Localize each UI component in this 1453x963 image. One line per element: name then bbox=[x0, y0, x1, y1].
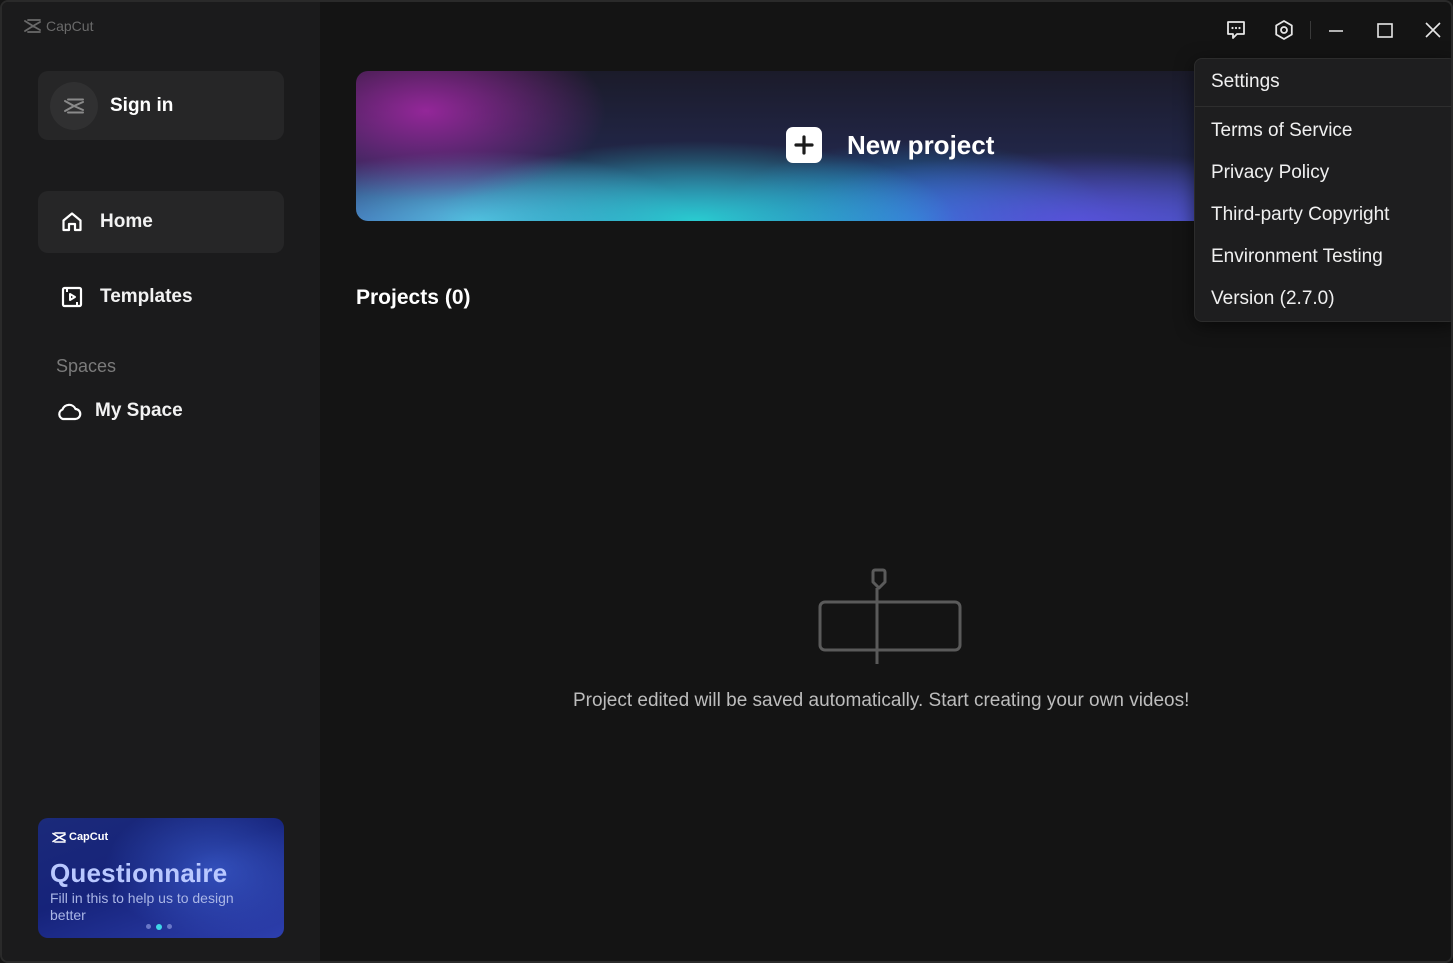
empty-timeline-icon bbox=[818, 568, 962, 664]
carousel-dot[interactable] bbox=[167, 924, 172, 929]
promo-subtitle: Fill in this to help us to design better bbox=[50, 890, 234, 923]
new-project-content: New project bbox=[786, 127, 994, 163]
projects-count: (0) bbox=[444, 286, 471, 309]
close-button[interactable] bbox=[1421, 18, 1445, 42]
minimize-button[interactable] bbox=[1324, 18, 1348, 42]
empty-state-message: Project edited will be saved automatical… bbox=[573, 690, 1190, 711]
menu-item-version[interactable]: Version (2.7.0) bbox=[1211, 288, 1335, 310]
menu-item-settings[interactable]: Settings bbox=[1211, 71, 1280, 93]
promo-logo-text: CapCut bbox=[69, 831, 109, 843]
capcut-logo-icon bbox=[64, 98, 84, 113]
feedback-button[interactable] bbox=[1224, 18, 1248, 42]
settings-dropdown-menu: Settings Terms of Service Privacy Policy… bbox=[1194, 58, 1451, 322]
capcut-logo-icon bbox=[52, 831, 66, 843]
promo-logo: CapCut bbox=[52, 831, 108, 843]
projects-heading: Projects (0) bbox=[356, 286, 471, 310]
maximize-icon bbox=[1377, 23, 1393, 38]
plus-icon bbox=[786, 127, 822, 163]
new-project-label: New project bbox=[847, 129, 995, 160]
promo-title: Questionnaire bbox=[50, 858, 228, 888]
sidebar-item-home[interactable]: Home bbox=[38, 191, 284, 253]
feedback-icon bbox=[1227, 21, 1245, 39]
app-logo: CapCut bbox=[24, 18, 93, 34]
close-icon bbox=[1425, 22, 1441, 38]
sidebar-item-label: My Space bbox=[95, 400, 183, 421]
templates-icon bbox=[61, 286, 83, 308]
menu-item-privacy-policy[interactable]: Privacy Policy bbox=[1211, 162, 1329, 184]
menu-divider bbox=[1195, 106, 1451, 107]
menu-item-terms-of-service[interactable]: Terms of Service bbox=[1211, 120, 1352, 142]
menu-item-third-party-copyright[interactable]: Third-party Copyright bbox=[1211, 204, 1389, 226]
sidebar-item-label: Home bbox=[100, 211, 153, 232]
sidebar-item-label: Templates bbox=[100, 286, 193, 307]
minimize-icon bbox=[1329, 30, 1343, 32]
app-logo-text: CapCut bbox=[46, 18, 94, 34]
cloud-icon bbox=[58, 403, 82, 421]
maximize-button[interactable] bbox=[1373, 18, 1397, 42]
carousel-dots[interactable] bbox=[146, 923, 172, 930]
titlebar-divider bbox=[1310, 21, 1311, 39]
carousel-dot-active[interactable] bbox=[156, 923, 162, 930]
settings-menu-button[interactable] bbox=[1272, 18, 1296, 42]
spaces-section-label: Spaces bbox=[56, 356, 117, 376]
new-project-button[interactable]: New project bbox=[356, 71, 1216, 221]
sidebar: CapCut Sign in Home Templates Spaces My … bbox=[2, 2, 320, 961]
sign-in-button[interactable]: Sign in bbox=[38, 71, 284, 140]
menu-item-environment-testing[interactable]: Environment Testing bbox=[1211, 246, 1383, 268]
avatar bbox=[50, 81, 98, 130]
sidebar-item-my-space[interactable]: My Space bbox=[56, 400, 183, 422]
capcut-logo-icon bbox=[24, 19, 41, 33]
projects-label: Projects bbox=[356, 286, 439, 309]
sidebar-item-templates[interactable]: Templates bbox=[38, 266, 284, 328]
home-icon bbox=[62, 212, 82, 232]
questionnaire-banner[interactable]: CapCut Questionnaire Fill in this to hel… bbox=[38, 818, 284, 938]
sign-in-label: Sign in bbox=[110, 94, 174, 116]
carousel-dot[interactable] bbox=[146, 924, 151, 929]
capcut-window: CapCut Sign in Home Templates Spaces My … bbox=[0, 0, 1453, 963]
settings-icon bbox=[1275, 20, 1293, 40]
